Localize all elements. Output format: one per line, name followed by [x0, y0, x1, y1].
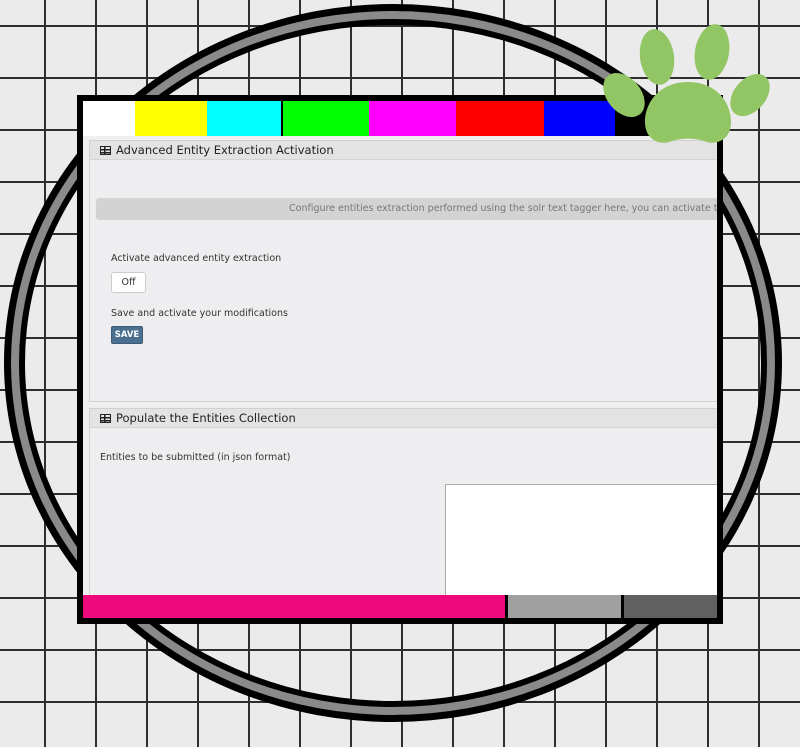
panel-title: Populate the Entities Collection	[116, 411, 296, 425]
color-bar-green	[283, 101, 369, 136]
paw-icon	[603, 24, 770, 143]
save-activate-label: Save and activate your modifications	[111, 308, 288, 319]
color-bar-yellow	[135, 101, 207, 136]
color-bar-white	[83, 101, 135, 136]
color-bar-darkgray	[624, 595, 717, 618]
color-bars-bottom	[83, 595, 717, 618]
app-window-frame: Advanced Entity Extraction Activation Co…	[77, 95, 723, 624]
table-icon	[100, 145, 111, 155]
panel-title: Advanced Entity Extraction Activation	[116, 143, 334, 157]
activate-extraction-toggle[interactable]: Off	[111, 272, 146, 293]
color-bar-magenta	[369, 101, 456, 136]
activate-extraction-label: Activate advanced entity extraction	[111, 253, 282, 264]
info-banner: Configure entities extraction performed …	[96, 198, 717, 220]
color-bar-cyan	[207, 101, 281, 136]
entities-json-label: Entities to be submitted (in json format…	[100, 452, 291, 463]
content-area: Advanced Entity Extraction Activation Co…	[83, 136, 717, 595]
entity-extraction-panel: Advanced Entity Extraction Activation	[89, 140, 717, 402]
paw-toe-inner-left	[639, 29, 675, 85]
entities-json-textarea[interactable]	[445, 484, 717, 595]
color-bar-pink	[83, 595, 505, 618]
color-bar-red	[456, 101, 544, 136]
paw-pad	[645, 82, 731, 143]
populate-entities-panel-heading: Populate the Entities Collection	[90, 409, 717, 428]
color-bar-lightgray	[508, 595, 621, 618]
save-button[interactable]: SAVE	[111, 326, 143, 344]
paw-toe-inner-right	[694, 24, 730, 80]
table-icon	[100, 413, 111, 423]
